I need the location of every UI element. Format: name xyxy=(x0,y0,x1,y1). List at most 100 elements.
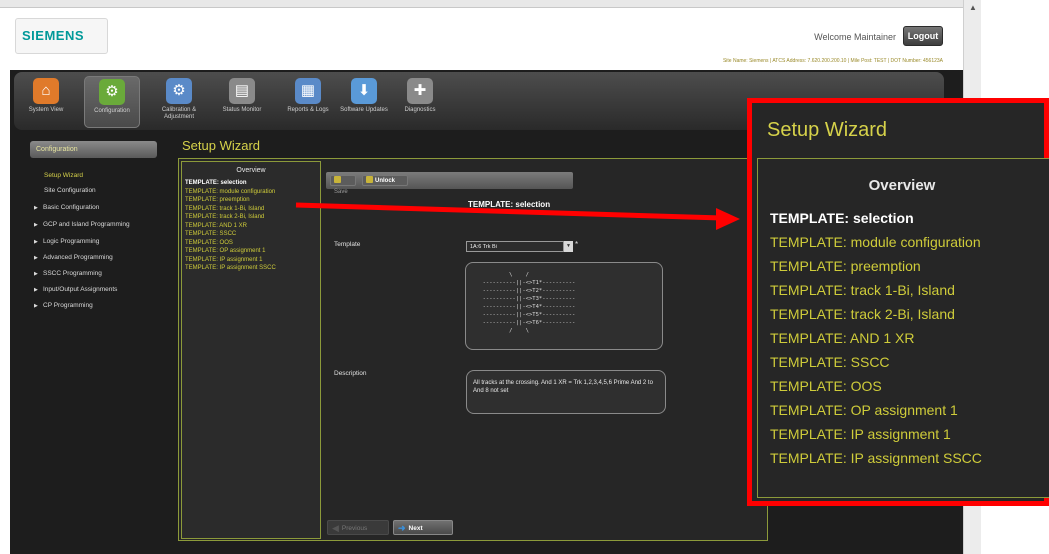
nav-software-updates[interactable]: ⬇ Software Updates xyxy=(336,76,392,128)
nav-label: Configuration xyxy=(94,108,130,114)
diagram-line: / \ xyxy=(476,328,529,334)
overview-item[interactable]: TEMPLATE: preemption xyxy=(185,197,250,203)
template-select[interactable]: 1A:6 Trk Bi xyxy=(466,241,564,252)
save-button[interactable]: Save xyxy=(330,175,356,195)
sidebar-item-cp-programming[interactable]: ▶ CP Programming xyxy=(34,302,93,309)
wizard-action-bar: Save Unlock xyxy=(326,172,573,195)
dropdown-arrow-icon[interactable]: ▼ xyxy=(564,241,573,252)
site-info-text: Site Name: Siemens | ATCS Address: 7.620… xyxy=(722,58,943,64)
gears-icon: ⚙ xyxy=(99,79,125,105)
sidebar-item-label: Advanced Programming xyxy=(43,254,113,261)
zoom-overview-panel xyxy=(757,158,1049,498)
diagram-line: ----------||-<>T6*---------- xyxy=(476,320,576,326)
logout-button[interactable]: Logout xyxy=(903,26,943,46)
sidebar-item-label: Logic Programming xyxy=(43,238,100,245)
diagram-line: ----------||-<>T2*---------- xyxy=(476,288,576,294)
nav-label: Calibration & Adjustment xyxy=(161,107,197,120)
content-title: TEMPLATE: selection xyxy=(468,200,551,209)
save-label: Save xyxy=(334,189,348,195)
zoom-overview-title: Overview xyxy=(868,177,936,194)
overview-title: Overview xyxy=(236,167,266,174)
zoom-overview-item: TEMPLATE: track 2-Bi, Island xyxy=(770,306,955,322)
overview-item[interactable]: TEMPLATE: module configuration xyxy=(185,189,275,195)
nav-label: Status Monitor xyxy=(222,107,262,113)
zoom-overview-item: TEMPLATE: OOS xyxy=(770,378,882,394)
lock-icon xyxy=(366,176,373,183)
monitor-icon: ▤ xyxy=(229,78,255,104)
overview-item[interactable]: TEMPLATE: track 2-Bi, Island xyxy=(185,214,264,220)
sidebar-item-label: GCP and Island Programming xyxy=(43,221,130,228)
nav-system-view[interactable]: ⌂ System View xyxy=(18,76,74,128)
overview-item[interactable]: TEMPLATE: IP assignment 1 xyxy=(185,257,262,263)
expand-arrow-icon: ▶ xyxy=(34,255,38,261)
overview-item[interactable]: TEMPLATE: IP assignment SSCC xyxy=(185,265,276,271)
zoom-overview-item: TEMPLATE: IP assignment 1 xyxy=(770,426,951,442)
nav-label: Diagnostics xyxy=(404,107,436,113)
diagnostics-icon: ✚ xyxy=(407,78,433,104)
nav-status-monitor[interactable]: ▤ Status Monitor xyxy=(214,76,270,128)
overview-item[interactable]: TEMPLATE: SSCC xyxy=(185,231,236,237)
sidebar-item-sscc-programming[interactable]: ▶ SSCC Programming xyxy=(34,270,102,277)
next-button[interactable]: ➜ Next xyxy=(393,520,453,535)
welcome-text: Welcome Maintainer xyxy=(814,32,896,42)
nav-configuration[interactable]: ⚙ Configuration xyxy=(84,76,140,128)
crossing-diagram: \ / ----------||-<>T1*---------- -------… xyxy=(465,262,663,350)
zoom-overview-item: TEMPLATE: preemption xyxy=(770,258,921,274)
overview-item[interactable]: TEMPLATE: track 1-Bi, Island xyxy=(185,206,264,212)
sidebar-item-setup-wizard[interactable]: Setup Wizard xyxy=(44,172,83,179)
expand-arrow-icon: ▶ xyxy=(34,205,38,211)
sidebar-item-site-configuration[interactable]: Site Configuration xyxy=(44,187,96,194)
right-arrow-icon: ➜ xyxy=(398,523,406,533)
template-label: Template xyxy=(334,241,361,248)
zoom-overview-item: TEMPLATE: module configuration xyxy=(770,234,981,250)
scroll-up-icon[interactable]: ▲ xyxy=(967,2,979,14)
previous-label: Previous xyxy=(341,525,368,532)
nav-reports-logs[interactable]: ▦ Reports & Logs xyxy=(280,76,336,128)
expand-arrow-icon: ▶ xyxy=(34,287,38,293)
zoom-overview-item: TEMPLATE: SSCC xyxy=(770,354,890,370)
description-label: Description xyxy=(334,370,367,377)
sidebar-item-label: Basic Configuration xyxy=(43,204,100,211)
diagram-line: ----------||-<>T4*---------- xyxy=(476,304,576,310)
app-window: ▲ SIEMENS Welcome Maintainer Logout Site… xyxy=(0,0,1049,554)
sidebar-item-advanced-programming[interactable]: ▶ Advanced Programming xyxy=(34,254,113,261)
zoom-title: Setup Wizard xyxy=(767,119,888,141)
sidebar-item-logic-programming[interactable]: ▶ Logic Programming xyxy=(34,238,99,245)
sidebar-header[interactable]: Configuration xyxy=(30,141,157,158)
sidebar-item-basic-configuration[interactable]: ▶ Basic Configuration xyxy=(34,204,99,211)
siemens-logo: SIEMENS xyxy=(22,28,85,43)
nav-diagnostics[interactable]: ✚ Diagnostics xyxy=(392,76,448,128)
expand-arrow-icon: ▶ xyxy=(34,239,38,245)
sidebar-item-label: CP Programming xyxy=(43,302,93,309)
next-label: Next xyxy=(408,525,423,532)
calibration-gears-icon: ⚙ xyxy=(166,78,192,104)
overview-item[interactable]: TEMPLATE: AND 1 XR xyxy=(185,223,247,229)
previous-button[interactable]: ◀ Previous xyxy=(327,520,389,535)
diagram-line: ----------||-<>T3*---------- xyxy=(476,296,576,302)
expand-arrow-icon: ▶ xyxy=(34,222,38,228)
nav-label: Software Updates xyxy=(340,107,388,113)
overview-item[interactable]: TEMPLATE: OOS xyxy=(185,240,233,246)
overview-item[interactable]: TEMPLATE: selection xyxy=(185,180,247,186)
diagram-line: ----------||-<>T5*---------- xyxy=(476,312,576,318)
expand-arrow-icon: ▶ xyxy=(34,303,38,309)
sidebar-item-input-output[interactable]: ▶ Input/Output Assignments xyxy=(34,286,117,293)
nav-calibration[interactable]: ⚙ Calibration & Adjustment xyxy=(151,76,207,128)
diagram-line: \ / xyxy=(476,272,529,278)
page-header: SIEMENS Welcome Maintainer Logout Site N… xyxy=(0,8,963,70)
logo-container: SIEMENS xyxy=(15,18,108,54)
zoom-overview-item: TEMPLATE: OP assignment 1 xyxy=(770,402,958,418)
sidebar-item-gcp-island[interactable]: ▶ GCP and Island Programming xyxy=(34,221,130,228)
nav-label: System View xyxy=(28,107,64,113)
zoom-overview-item: TEMPLATE: AND 1 XR xyxy=(770,330,915,346)
overview-item[interactable]: TEMPLATE: OP assignment 1 xyxy=(185,248,265,254)
left-arrow-icon: ◀ xyxy=(332,523,339,533)
diagram-line: ----------||-<>T1*---------- xyxy=(476,280,576,286)
required-mark: * xyxy=(575,240,579,249)
unlock-button[interactable]: Unlock xyxy=(362,175,408,186)
zoom-overview-item: TEMPLATE: selection xyxy=(770,210,914,226)
expand-arrow-icon: ▶ xyxy=(34,271,38,277)
browser-top-strip xyxy=(0,0,963,8)
download-icon: ⬇ xyxy=(351,78,377,104)
wizard-title: Setup Wizard xyxy=(182,138,261,153)
